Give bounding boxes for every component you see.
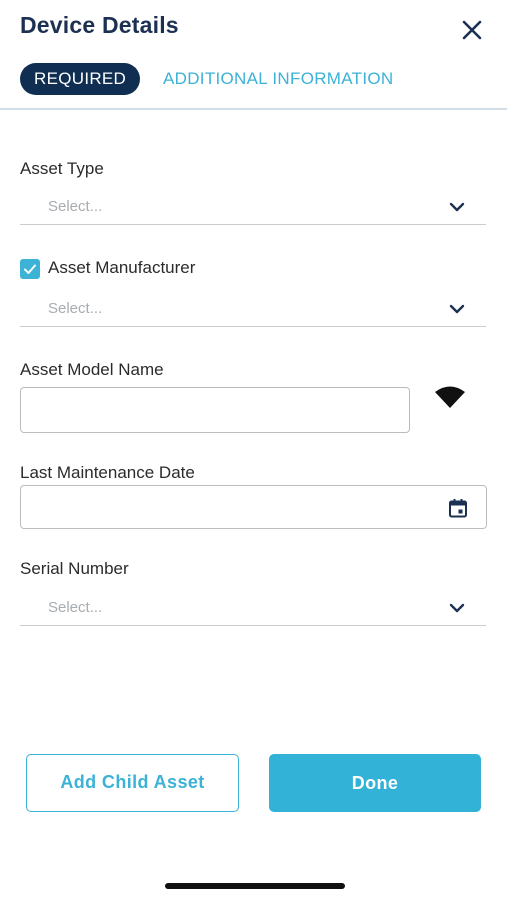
asset-manufacturer-checkbox[interactable] xyxy=(20,259,40,279)
serial-number-select[interactable]: Select... xyxy=(20,593,486,626)
tab-additional-information[interactable]: ADDITIONAL INFORMATION xyxy=(163,63,393,95)
close-icon[interactable] xyxy=(458,16,486,44)
wifi-icon xyxy=(435,386,465,408)
last-maintenance-date-label: Last Maintenance Date xyxy=(20,463,195,482)
add-child-asset-button[interactable]: Add Child Asset xyxy=(26,754,239,812)
done-button[interactable]: Done xyxy=(269,754,481,812)
chevron-down-icon xyxy=(449,603,465,613)
tab-required[interactable]: REQUIRED xyxy=(20,63,141,95)
asset-type-select[interactable]: Select... xyxy=(20,192,486,225)
serial-number-label: Serial Number xyxy=(20,559,129,578)
asset-model-name-label: Asset Model Name xyxy=(20,360,164,379)
asset-manufacturer-select[interactable]: Select... xyxy=(20,294,486,327)
chevron-down-icon xyxy=(449,304,465,314)
serial-number-placeholder: Select... xyxy=(48,599,103,616)
asset-type-label: Asset Type xyxy=(20,159,104,178)
asset-manufacturer-label: Asset Manufacturer xyxy=(48,258,196,277)
checkmark-icon xyxy=(24,264,36,274)
home-indicator[interactable] xyxy=(165,883,345,889)
asset-type-placeholder: Select... xyxy=(48,198,103,215)
tabs-divider xyxy=(0,108,507,110)
asset-model-name-input[interactable] xyxy=(20,387,410,433)
last-maintenance-date-input[interactable] xyxy=(20,485,487,529)
calendar-icon[interactable] xyxy=(448,498,468,518)
page-title: Device Details xyxy=(20,12,179,38)
chevron-down-icon xyxy=(449,202,465,212)
asset-manufacturer-placeholder: Select... xyxy=(48,300,103,317)
